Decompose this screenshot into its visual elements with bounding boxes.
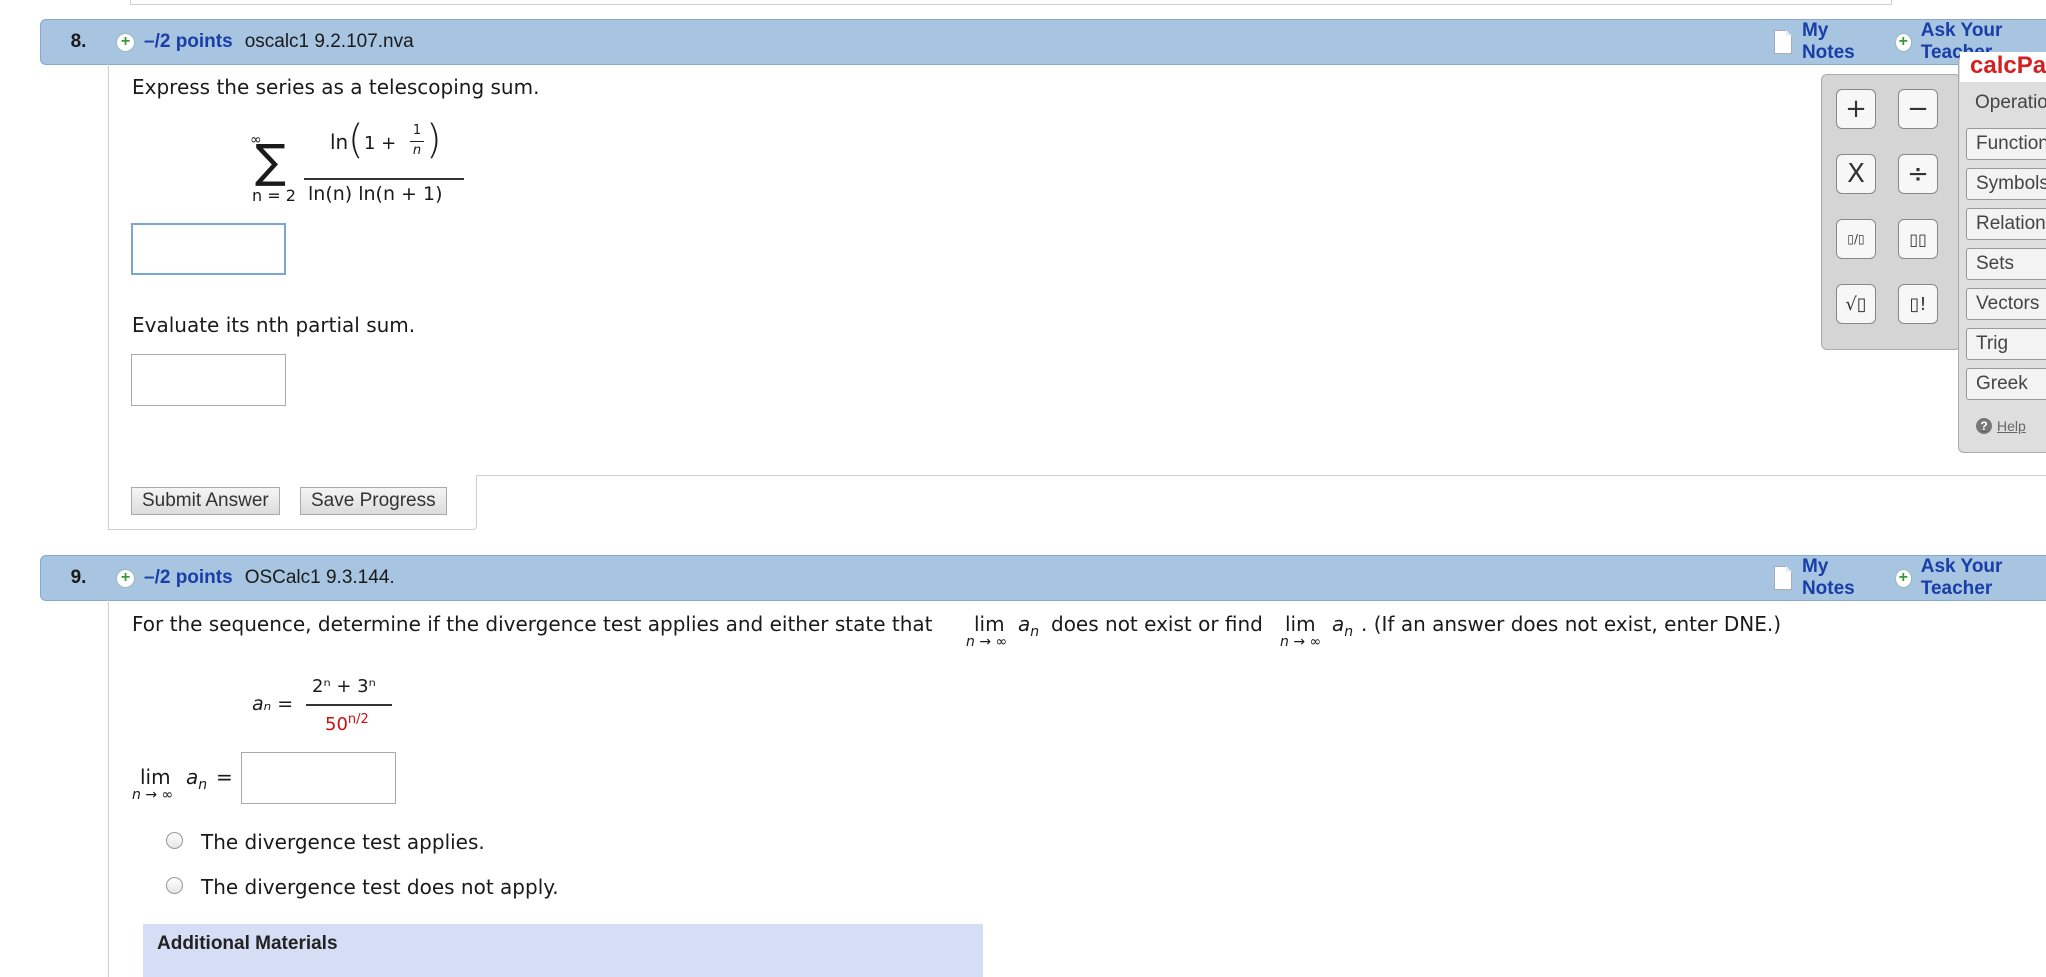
limit-subscript: n → ∞ xyxy=(966,634,1008,650)
my-notes-link[interactable]: My Notes xyxy=(1802,20,1877,64)
question-number: 8. xyxy=(70,31,87,52)
prompt-part-a: For the sequence, determine if the diver… xyxy=(132,612,933,636)
save-progress-button[interactable]: Save Progress xyxy=(300,487,447,515)
question-9-header: 9. + –/2 points OSCalc1 9.3.144. My Note… xyxy=(40,555,2046,601)
ask-teacher-plus-icon[interactable]: + xyxy=(1894,568,1912,588)
right-paren: ) xyxy=(426,117,442,163)
numerator-ln: ln xyxy=(330,130,349,154)
numerator-one-plus: 1 + xyxy=(364,133,397,154)
small-frac-num: 1 xyxy=(412,123,422,138)
fraction-key[interactable]: ▯/▯ xyxy=(1836,219,1876,259)
formula-fraction-bar xyxy=(306,704,392,706)
help-icon: ? xyxy=(1976,418,1992,434)
exponent-key[interactable]: ▯▯ xyxy=(1898,219,1938,259)
calcpad-keypad: + − X ÷ ▯/▯ ▯▯ √▯ ▯! xyxy=(1821,74,1961,350)
small-frac-den: n xyxy=(412,143,422,158)
previous-question-frame xyxy=(130,0,1892,5)
prompt-part-b: does not exist or find xyxy=(1051,612,1263,636)
calcpad-logo: calcPad xyxy=(1960,52,2046,82)
small-frac-bar xyxy=(410,141,424,142)
fraction-bar xyxy=(304,178,464,180)
option-applies-label[interactable]: The divergence test applies. xyxy=(201,830,485,854)
question-9-body xyxy=(108,600,109,977)
calcpad-help-link[interactable]: ? Help xyxy=(1976,418,2026,434)
prompt-text: Express the series as a telescoping sum. xyxy=(132,75,540,99)
answer-sequence-term: an xyxy=(186,765,208,793)
plus-key[interactable]: + xyxy=(1836,89,1876,129)
note-icon[interactable] xyxy=(1774,30,1792,54)
tab-functions[interactable]: Functions xyxy=(1966,128,2046,160)
sqrt-key[interactable]: √▯ xyxy=(1836,284,1876,324)
divider xyxy=(476,475,2046,476)
factorial-key[interactable]: ▯! xyxy=(1898,284,1938,324)
tab-operations[interactable]: Operations xyxy=(1966,88,2046,120)
minus-key[interactable]: − xyxy=(1898,89,1938,129)
my-notes-link[interactable]: My Notes xyxy=(1802,556,1877,600)
tab-symbols[interactable]: Symbols xyxy=(1966,168,2046,200)
sequence-term-2: an xyxy=(1332,612,1354,640)
ask-teacher-plus-icon[interactable]: + xyxy=(1894,32,1912,52)
points-label[interactable]: –/2 points xyxy=(144,31,233,53)
partial-sum-input[interactable] xyxy=(131,354,286,406)
additional-materials-bar[interactable]: Additional Materials xyxy=(143,924,983,977)
tab-relations[interactable]: Relations xyxy=(1966,208,2046,240)
answer-limit-subscript: n → ∞ xyxy=(132,787,174,803)
question-number: 9. xyxy=(70,567,87,588)
question-8-header: 8. + –/2 points oscalc1 9.2.107.nva My N… xyxy=(40,19,2046,65)
limit-subscript-2: n → ∞ xyxy=(1280,634,1322,650)
formula-denominator: 50n/2 xyxy=(325,712,369,735)
question-source: oscalc1 9.2.107.nva xyxy=(244,31,414,52)
tab-trig[interactable]: Trig xyxy=(1966,328,2046,360)
limit-answer-input[interactable] xyxy=(241,752,396,804)
prompt-part-c: . (If an answer does not exist, enter DN… xyxy=(1361,612,1782,636)
answer-limit-word: lim xyxy=(140,765,171,789)
limit-word: lim xyxy=(974,612,1005,636)
tab-greek[interactable]: Greek xyxy=(1966,368,2046,400)
ask-teacher-link[interactable]: Ask Your Teacher xyxy=(1921,556,2046,600)
formula-numerator: 2ⁿ + 3ⁿ xyxy=(312,676,376,697)
radio-not-apply[interactable] xyxy=(166,877,183,894)
radio-applies[interactable] xyxy=(166,832,183,849)
multiply-key[interactable]: X xyxy=(1836,154,1876,194)
equals-sign: = xyxy=(216,765,233,789)
sigma-lower-limit: n = 2 xyxy=(252,186,296,205)
expand-plus-icon[interactable]: + xyxy=(116,568,135,588)
telescoping-sum-input[interactable] xyxy=(131,223,286,275)
tab-vectors[interactable]: Vectors xyxy=(1966,288,2046,320)
partial-sum-prompt: Evaluate its nth partial sum. xyxy=(132,313,416,337)
formula-lhs: aₙ = xyxy=(252,693,294,715)
expand-plus-icon[interactable]: + xyxy=(116,32,135,52)
sequence-term: an xyxy=(1018,612,1040,640)
additional-materials-label: Additional Materials xyxy=(157,933,338,954)
sigma-symbol: ∑ xyxy=(255,134,286,188)
limit-word-2: lim xyxy=(1285,612,1316,636)
help-label: Help xyxy=(1997,418,2026,434)
submit-answer-button[interactable]: Submit Answer xyxy=(131,487,280,515)
tab-sets[interactable]: Sets xyxy=(1966,248,2046,280)
question-source: OSCalc1 9.3.144. xyxy=(244,567,395,588)
note-icon[interactable] xyxy=(1774,566,1792,590)
left-paren: ( xyxy=(348,117,364,163)
points-label[interactable]: –/2 points xyxy=(144,567,233,589)
header-links: My Notes + Ask Your Teacher xyxy=(1774,556,2046,600)
divide-key[interactable]: ÷ xyxy=(1898,154,1938,194)
denominator: ln(n) ln(n + 1) xyxy=(308,183,443,205)
option-not-apply-label[interactable]: The divergence test does not apply. xyxy=(201,875,559,899)
